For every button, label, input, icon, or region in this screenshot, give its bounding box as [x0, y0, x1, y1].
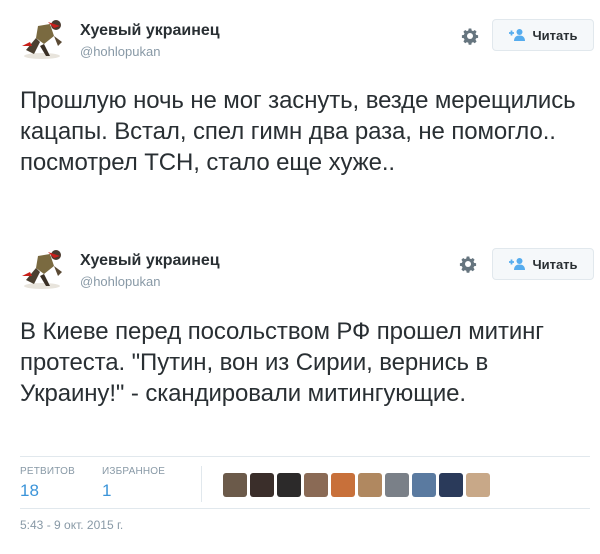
favoriter-avatar[interactable] [358, 473, 382, 497]
divider [20, 456, 590, 457]
author-name[interactable]: Хуевый украинец [80, 252, 220, 270]
favoriter-avatar[interactable] [466, 473, 490, 497]
avatar[interactable] [20, 246, 68, 292]
favoriter-avatar[interactable] [223, 473, 247, 497]
author-handle[interactable]: @hohlopukan [80, 44, 160, 59]
favoriter-avatar[interactable] [331, 473, 355, 497]
author-handle[interactable]: @hohlopukan [80, 274, 160, 289]
follow-label: Читать [532, 27, 578, 43]
tweet-stats: РЕТВИТОВ 18 ИЗБРАННОЕ 1 [20, 466, 590, 502]
favoriter-avatar[interactable] [250, 473, 274, 497]
follow-button[interactable]: Читать [492, 19, 594, 51]
favoriter-avatar[interactable] [439, 473, 463, 497]
avatar[interactable] [20, 16, 68, 62]
add-user-icon [509, 258, 526, 270]
favoriters-avatars [223, 473, 490, 497]
follow-button[interactable]: Читать [492, 248, 594, 280]
tweet-text: В Киеве перед посольством РФ прошел мити… [20, 318, 544, 407]
tweet: Хуевый украинец @hohlopukan Читать В Кие… [0, 232, 600, 554]
favoriter-avatar[interactable] [277, 473, 301, 497]
divider [20, 508, 590, 509]
tweet: Хуевый украинец @hohlopukan Читать Прошл… [0, 0, 600, 232]
timestamp[interactable]: 5:43 - 9 окт. 2015 г. [20, 518, 123, 532]
favorites-count[interactable]: 1 [102, 481, 165, 501]
retweets-count[interactable]: 18 [20, 481, 75, 501]
author-name[interactable]: Хуевый украинец [80, 22, 220, 40]
favorites-stat[interactable]: ИЗБРАННОЕ 1 [102, 466, 165, 501]
add-user-icon [509, 29, 526, 41]
favorites-label: ИЗБРАННОЕ [102, 466, 166, 477]
gear-icon[interactable] [458, 254, 478, 274]
favoriter-avatar[interactable] [304, 473, 328, 497]
follow-label: Читать [532, 256, 578, 272]
stats-divider [201, 466, 202, 502]
retweets-label: РЕТВИТОВ [20, 466, 76, 477]
tweet-text: Прошлую ночь не мог заснуть, везде мерещ… [20, 87, 576, 176]
favoriter-avatar[interactable] [412, 473, 436, 497]
retweets-stat[interactable]: РЕТВИТОВ 18 [20, 466, 75, 501]
gear-icon[interactable] [460, 26, 480, 46]
favoriter-avatar[interactable] [385, 473, 409, 497]
